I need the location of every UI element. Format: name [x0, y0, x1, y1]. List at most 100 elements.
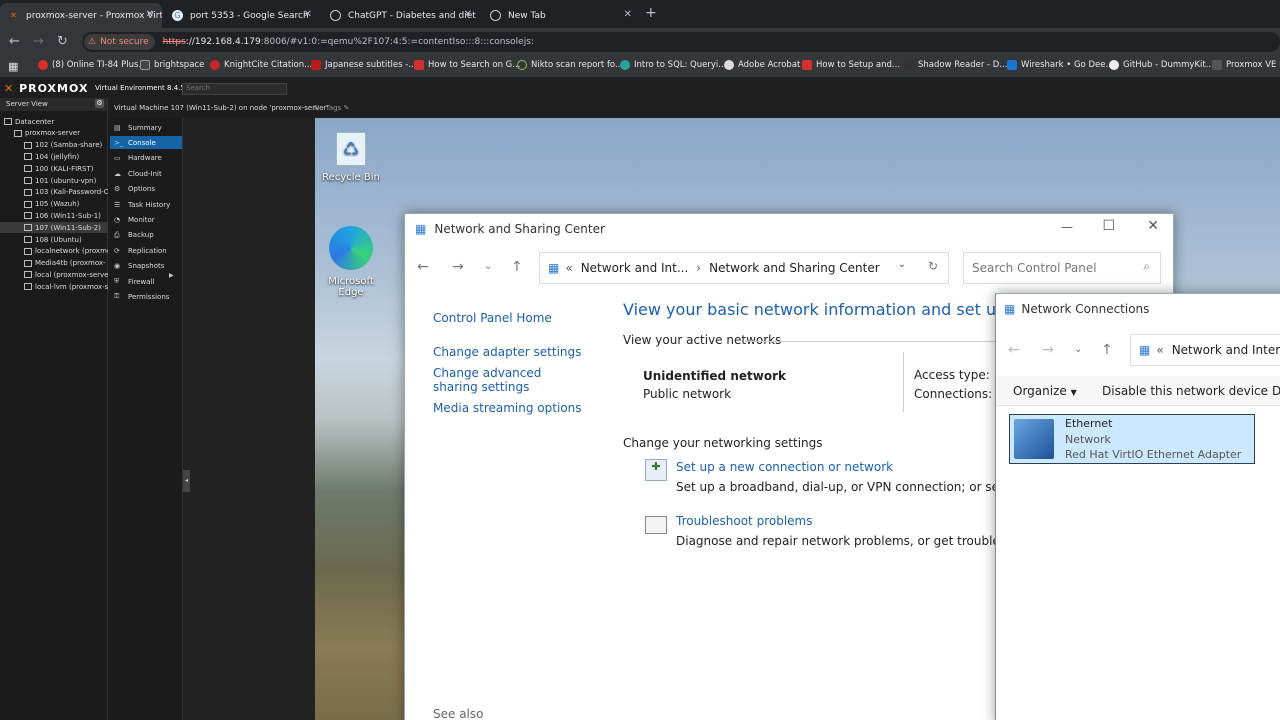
chevron-down-icon[interactable]: ⌄	[898, 259, 906, 270]
tree-item-label: local (proxmox-serve	[35, 270, 108, 279]
bookmark-label: brightspace	[154, 60, 205, 70]
tree-item[interactable]: proxmox-server	[0, 128, 108, 139]
crumb-network-internet[interactable]: Network and Int...	[581, 261, 689, 275]
tree-item[interactable]: 100 (KALI-FIRST)	[0, 163, 108, 174]
search-input[interactable]: Search	[182, 83, 287, 95]
tree-item[interactable]: 102 (Samba-share)	[0, 140, 108, 151]
up-icon[interactable]: ↑	[511, 259, 523, 275]
menu-item-permissions[interactable]: ⚿ Permissions	[110, 290, 182, 303]
close-icon[interactable]: ✕	[304, 9, 312, 20]
tab-chatgpt[interactable]: ChatGPT - Diabetes and diet ✕	[322, 3, 480, 28]
collapse-handle[interactable]: ◂	[183, 470, 190, 492]
tree-item[interactable]: localnetwork (proxmc	[0, 246, 108, 257]
bookmark[interactable]: Adobe Acrobat	[724, 60, 800, 70]
recent-locations-icon[interactable]: ⌄	[484, 261, 492, 272]
menu-item-cloud-init[interactable]: ☁ Cloud-Init	[110, 167, 182, 180]
control-panel-icon: ▦	[415, 222, 427, 236]
recent-locations-icon[interactable]: ⌄	[1074, 344, 1082, 355]
server-view-selector[interactable]: Server View ⚙	[0, 98, 107, 111]
change-sharing-settings-link[interactable]: Change advanced sharing settings	[433, 366, 583, 394]
disable-device-button[interactable]: Disable this network device	[1102, 384, 1268, 398]
bookmark[interactable]: Japanese subtitles -...	[311, 60, 416, 70]
back-icon[interactable]: ←	[1008, 342, 1020, 358]
menu-item-label: Summary	[128, 123, 162, 132]
bookmark[interactable]: brightspace	[140, 60, 204, 70]
forward-icon[interactable]: →	[452, 259, 464, 275]
menu-item-task-history[interactable]: ☰ Task History	[110, 198, 182, 211]
tree-item[interactable]: Media4tb (proxmox-	[0, 258, 108, 269]
tree-item[interactable]: 108 (Ubuntu)	[0, 234, 108, 245]
tree-item[interactable]: 107 (Win11-Sub-2)	[0, 222, 108, 234]
breadcrumb[interactable]: ▦ « Network and Interne	[1130, 334, 1280, 366]
connections-label: Connections:	[914, 387, 993, 401]
media-streaming-link[interactable]: Media streaming options	[433, 401, 603, 415]
bookmark[interactable]: (8) Online TI-84 Plus...	[38, 60, 147, 70]
tree-item[interactable]: 106 (Win11-Sub-1)	[0, 210, 108, 221]
menu-item-backup[interactable]: ⎙ Backup	[110, 229, 182, 242]
tree-item[interactable]: local (proxmox-serve	[0, 269, 108, 280]
close-button[interactable]: ✕	[1147, 218, 1159, 234]
bookmark[interactable]: Nikto scan report fo...	[517, 60, 623, 70]
bookmark[interactable]: Intro to SQL: Queryi...	[620, 60, 726, 70]
tab-newtab[interactable]: New Tab ✕	[482, 3, 640, 28]
menu-item-summary[interactable]: ▤ Summary	[110, 121, 182, 134]
back-icon[interactable]: ←	[9, 34, 20, 49]
forward-icon[interactable]: →	[33, 34, 44, 49]
tree-item[interactable]: 104 (jellyfin)	[0, 151, 108, 162]
apps-icon[interactable]: ▦	[8, 60, 18, 73]
control-panel-home-link[interactable]: Control Panel Home	[433, 311, 603, 325]
bookmark[interactable]: Proxmox VE He	[1212, 60, 1280, 70]
search-input[interactable]: Search Control Panel ⌕	[963, 252, 1161, 284]
tree-item[interactable]: 103 (Kali-Password-C	[0, 187, 108, 198]
tree-item-label: Media4tb (proxmox-	[35, 259, 106, 268]
refresh-icon[interactable]: ↻	[928, 259, 938, 273]
bookmark[interactable]: Wireshark • Go Dee...	[1007, 60, 1114, 70]
forward-icon[interactable]: →	[1042, 342, 1054, 358]
bookmark[interactable]: How to Setup and...	[802, 60, 900, 70]
crumb-network-internet[interactable]: Network and Interne	[1172, 343, 1280, 357]
back-icon[interactable]: ←	[417, 259, 429, 275]
minimize-button[interactable]: —	[1061, 220, 1073, 234]
gear-icon[interactable]: ⚙	[95, 99, 104, 108]
menu-item-console[interactable]: >_ Console	[110, 136, 182, 150]
bookmark[interactable]: KnightCite Citation...	[210, 60, 312, 70]
troubleshoot-link[interactable]: Troubleshoot problems	[676, 514, 812, 528]
crumb-sharing-center[interactable]: Network and Sharing Center	[709, 261, 880, 275]
menu-item-hardware[interactable]: ▭ Hardware	[110, 152, 182, 165]
menu-item-replication[interactable]: ⟳ Replication	[110, 244, 182, 257]
menu-item-monitor[interactable]: ◔ Monitor	[110, 213, 182, 226]
organize-button[interactable]: Organize ▼	[1013, 384, 1077, 398]
diagnose-button[interactable]: D	[1272, 384, 1280, 398]
close-icon[interactable]: ✕	[146, 9, 154, 20]
reload-icon[interactable]: ↻	[57, 34, 68, 49]
new-tab-button[interactable]: +	[645, 5, 657, 21]
breadcrumb[interactable]: ▦ « Network and Int... › Network and Sha…	[539, 252, 949, 284]
maximize-button[interactable]: ☐	[1102, 218, 1115, 234]
tags[interactable]: No Tags ✎	[314, 104, 349, 112]
not-secure-badge[interactable]: ⚠ Not secure	[84, 34, 155, 50]
network-type-link[interactable]: Public network	[643, 387, 731, 401]
tree-item[interactable]: Datacenter	[0, 116, 108, 127]
menu-icon: >_	[114, 138, 124, 147]
bookmark[interactable]: How to Search on G...	[414, 60, 520, 70]
bookmark[interactable]: Shadow Reader - D...	[904, 60, 1007, 70]
tree-item[interactable]: 105 (Wazuh)	[0, 199, 108, 210]
tree-node-icon	[24, 236, 32, 243]
adapter-ethernet[interactable]: Ethernet Network Red Hat VirtIO Ethernet…	[1009, 414, 1255, 464]
microsoft-edge[interactable]: Microsoft Edge	[316, 226, 386, 298]
tree-item[interactable]: local-lvm (proxmox-s	[0, 281, 108, 292]
change-adapter-settings-link[interactable]: Change adapter settings	[433, 345, 603, 359]
vm-console-desktop[interactable]: ♺ Recycle Bin Microsoft Edge ▦ Network a…	[315, 118, 1280, 720]
close-icon[interactable]: ✕	[464, 9, 472, 20]
up-icon[interactable]: ↑	[1101, 342, 1113, 358]
tab-proxmox[interactable]: ✕ proxmox-server - Proxmox Virtu ✕	[0, 3, 162, 28]
recycle-bin[interactable]: ♺ Recycle Bin	[316, 132, 386, 183]
tab-google[interactable]: G port 5353 - Google Search ✕	[164, 3, 320, 28]
bookmark[interactable]: GitHub - DummyKit...	[1109, 60, 1214, 70]
setup-connection-link[interactable]: Set up a new connection or network	[676, 460, 893, 474]
menu-item-options[interactable]: ⚙ Options	[110, 183, 182, 196]
menu-item-snapshots[interactable]: ◉ Snapshots	[110, 260, 182, 273]
tree-item[interactable]: 101 (ubuntu-vpn)	[0, 175, 108, 186]
url-field[interactable]: ⚠ Not secure https://192.168.4.179:8006/#…	[82, 32, 1280, 52]
close-icon[interactable]: ✕	[624, 9, 632, 20]
